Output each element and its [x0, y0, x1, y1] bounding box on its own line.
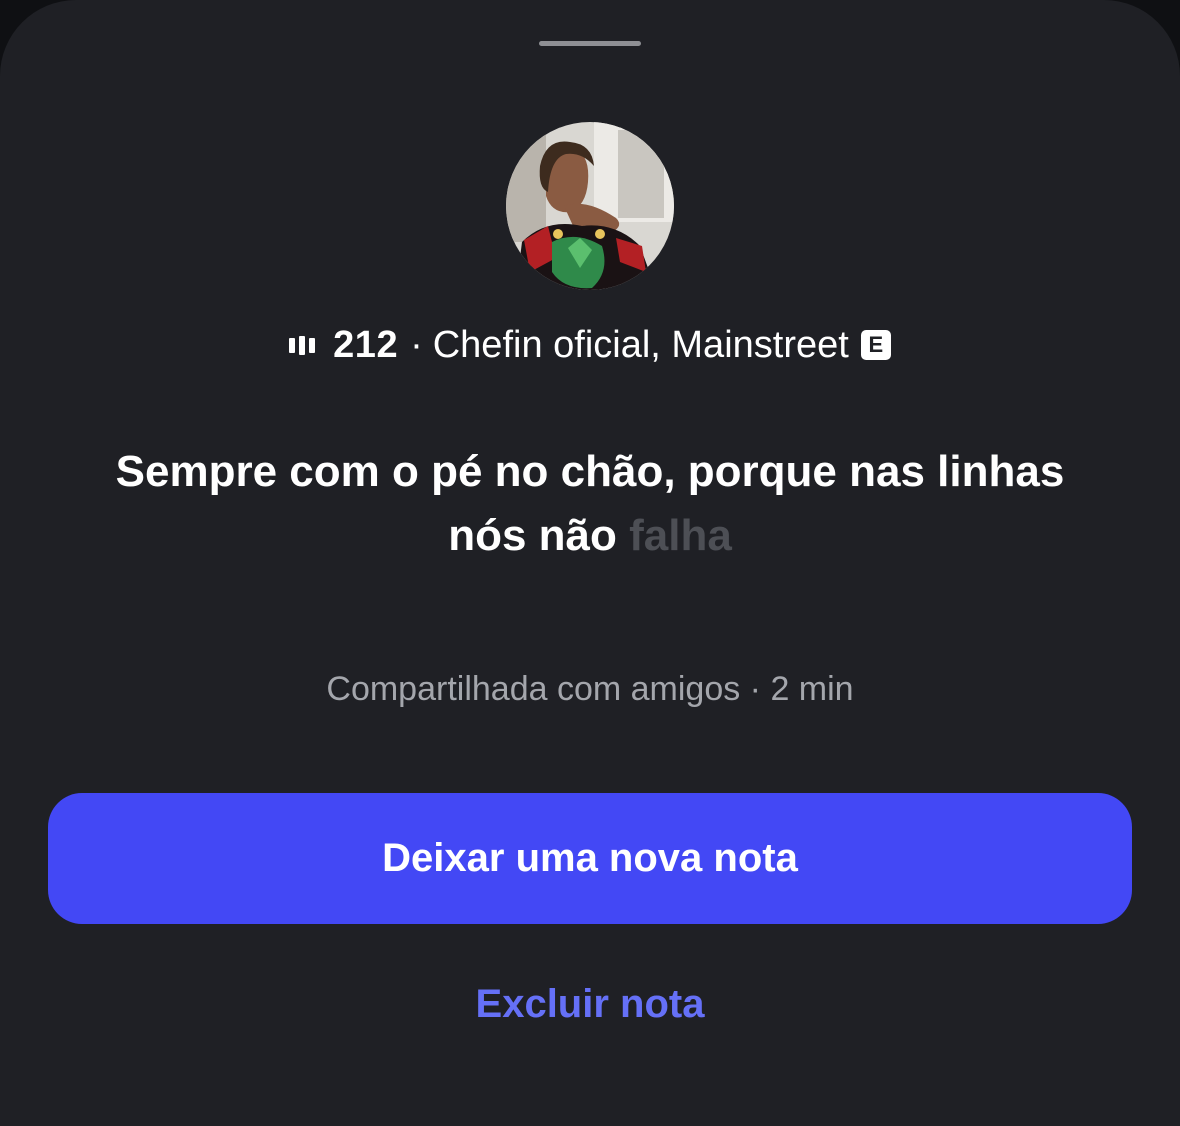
new-note-button[interactable]: Deixar uma nova nota: [48, 793, 1132, 924]
play-count: 212: [333, 323, 399, 366]
note-text-main: Sempre com o pé no chão, porque nas linh…: [115, 447, 1065, 560]
audio-bars-icon: [289, 335, 316, 355]
shared-info: Compartilhada com amigos · 2 min: [326, 670, 854, 708]
music-info[interactable]: 212 · Chefin oficial, Mainstreet E: [0, 318, 1180, 372]
new-note-button-label: Deixar uma nova nota: [382, 836, 798, 880]
track-title: Chefin oficial, Mainstreet: [432, 323, 849, 366]
sheet-grabber-handle[interactable]: [539, 41, 641, 46]
note-text: Sempre com o pé no chão, porque nas linh…: [90, 440, 1090, 568]
explicit-icon: E: [860, 330, 891, 360]
note-text-faded: falha: [629, 511, 732, 560]
separator-dot: ·: [410, 323, 423, 366]
avatar-photo: [506, 122, 674, 290]
avatar: [506, 122, 674, 290]
bottom-sheet: 212 · Chefin oficial, Mainstreet E Sempr…: [0, 0, 1180, 1126]
delete-note-button[interactable]: Excluir nota: [0, 976, 1180, 1032]
